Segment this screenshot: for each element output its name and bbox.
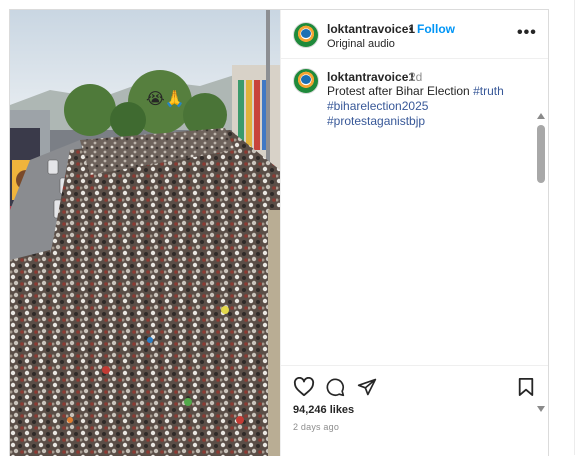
post-video[interactable]: 😭🙏 [10, 10, 280, 456]
scroll-up-arrow-icon[interactable] [537, 113, 545, 119]
post-header: loktantravoice1 • Follow Original audio … [281, 10, 548, 59]
post-card: 😭🙏 loktantravoice1 • Follow Original aud… [9, 9, 549, 456]
divider [574, 0, 575, 455]
avatar[interactable] [293, 22, 319, 48]
avatar-logo-icon [301, 75, 311, 84]
share-icon[interactable] [357, 377, 377, 397]
reaction-emojis: 😭🙏 [146, 89, 185, 108]
likes-count[interactable]: 94,246 likes [293, 404, 354, 416]
post-timestamp[interactable]: 2 days ago [293, 422, 339, 432]
audio-link[interactable]: Original audio [327, 38, 395, 50]
crowd-scene-image [10, 10, 280, 456]
avatar[interactable] [293, 68, 319, 94]
avatar-logo-icon [301, 29, 311, 38]
hashtag-link[interactable]: #truth [473, 84, 504, 98]
comment-icon[interactable] [324, 377, 346, 397]
bookmark-icon[interactable] [517, 377, 535, 397]
comment-age[interactable]: 2d [409, 70, 422, 84]
heart-icon[interactable] [293, 377, 315, 397]
page: 😭🙏 loktantravoice1 • Follow Original aud… [0, 0, 583, 456]
follow-button[interactable]: Follow [417, 22, 455, 36]
hashtag-link[interactable]: #biharelection2025 [327, 99, 428, 113]
scroll-thumb[interactable] [537, 125, 545, 183]
post-actions: 94,246 likes 2 days ago [281, 365, 548, 456]
caption-plain-text: Protest after Bihar Election [327, 84, 474, 98]
caption-text: Protest after Bihar Election #truth #bih… [327, 84, 527, 129]
right-gutter [560, 0, 583, 455]
post-side-panel: loktantravoice1 • Follow Original audio … [280, 10, 548, 456]
hashtag-link[interactable]: #protestaganistbjp [327, 114, 425, 128]
comments-area: loktantravoice1 2d Protest after Bihar E… [281, 59, 548, 412]
separator-dot: • [409, 22, 414, 36]
more-options-icon[interactable]: ••• [517, 24, 537, 42]
username-link[interactable]: loktantravoice1 [327, 22, 415, 36]
comment-username[interactable]: loktantravoice1 [327, 70, 415, 84]
